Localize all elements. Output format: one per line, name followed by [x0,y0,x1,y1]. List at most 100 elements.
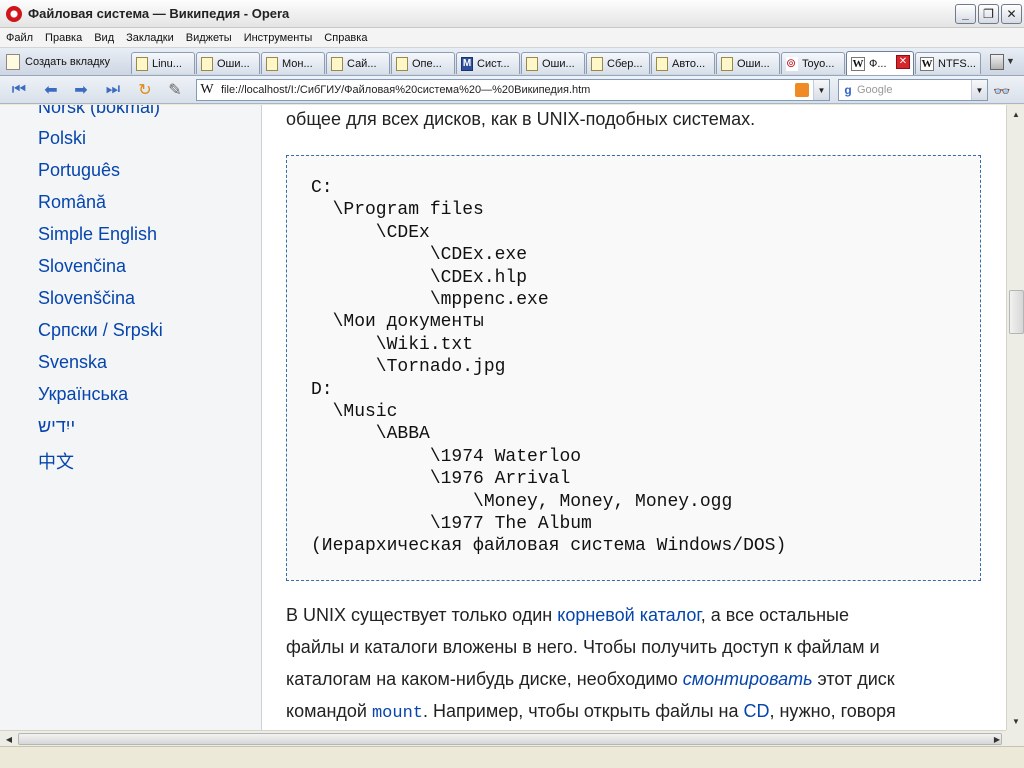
menu-help[interactable]: Справка [318,29,373,44]
tab-label: Сбер... [607,57,643,70]
cd-link[interactable]: CD [743,701,769,721]
menu-file[interactable]: Файл [0,29,39,44]
search-input[interactable]: g Google ▼ [838,79,988,101]
vertical-scrollbar[interactable]: ▲ ▼ [1006,105,1024,730]
tab-label: Сай... [347,57,377,70]
tab-label: NTFS... [938,57,976,70]
menu-bar: Файл Правка Вид Закладки Виджеты Инструменты С… [0,28,1024,48]
code-line: \1976 Arrival [311,469,571,489]
tab-item[interactable]: Сай... [326,52,390,74]
minimize-button[interactable]: _ [955,4,976,24]
glasses-icon[interactable]: 👓 [993,83,1010,100]
language-link[interactable]: 中文 [38,448,74,474]
text: каталогам на каком-нибудь диске, необход… [286,669,683,689]
status-bar [0,746,1024,768]
scroll-corner [1006,730,1024,746]
m-icon: M [461,56,473,71]
vertical-scroll-thumb[interactable] [1009,290,1024,334]
tab-item[interactable]: W NTFS... [915,52,981,74]
text: командой [286,701,372,721]
horizontal-scrollbar[interactable]: ◀ ▶ [0,730,1006,746]
tab-item[interactable]: Оши... [196,52,260,74]
code-line: \Wiki.txt [311,335,474,355]
root-directory-link[interactable]: корневой каталог [557,605,701,625]
language-link[interactable]: Slovenščina [38,288,135,309]
mount-link[interactable]: смонтировать [683,669,813,689]
language-link[interactable]: Українська [38,384,128,405]
paragraph-line: командой mount. Например, чтобы открыть … [286,701,896,723]
code-line: \CDEx.hlp [311,268,528,288]
menu-bookmarks[interactable]: Закладки [120,29,180,44]
code-line: (Иерархическая файловая система Windows/… [311,536,787,556]
tab-item[interactable]: Linu... [131,52,195,74]
tab-item[interactable]: Оши... [716,52,780,74]
language-link[interactable]: Română [38,192,106,213]
rewind-icon[interactable]: ⏮ [8,80,30,100]
page-icon [136,56,148,71]
page-icon [266,56,278,71]
tab-bar: Создать вкладку Linu... Оши... Мон... Са… [0,48,1024,76]
toyota-icon: ⊚ [786,55,798,71]
language-link[interactable]: Slovenčina [38,256,126,277]
close-button[interactable]: ✕ [1001,4,1022,24]
language-link[interactable]: Svenska [38,352,107,373]
close-tab-icon[interactable]: ✕ [896,55,910,69]
window-title: Файловая система — Википедия - Opera [28,6,290,21]
address-bar[interactable]: W file://localhost/I:/СибГИУ/Файловая%20… [196,79,830,101]
code-line: \1977 The Album [311,514,592,534]
fast-forward-icon[interactable]: ⏭ [102,80,124,100]
menu-view[interactable]: Вид [88,29,120,44]
chevron-down-icon[interactable]: ▼ [1006,56,1015,66]
language-link[interactable]: Português [38,160,120,181]
back-icon[interactable]: ⬅ [40,80,62,100]
tab-item[interactable]: ⊚ Toyo... [781,52,845,74]
mount-command[interactable]: mount [372,704,423,723]
code-line: \Program files [311,200,484,220]
reload-icon[interactable]: ↻ [134,80,156,100]
language-link[interactable]: Norsk (bokmål) [38,105,160,118]
menu-edit[interactable]: Правка [39,29,88,44]
page-icon [721,56,733,71]
paragraph-line: файлы и каталоги вложены в него. Чтобы п… [286,637,880,657]
language-link[interactable]: ייִדיש [38,416,75,437]
tab-item[interactable]: Мон... [261,52,325,74]
menu-tools[interactable]: Инструменты [238,29,319,44]
code-line: D: [311,380,333,400]
text: , а все остальные [700,605,849,625]
forward-icon[interactable]: ➡ [70,80,92,100]
tab-item[interactable]: Опе... [391,52,455,74]
tab-item[interactable]: Оши... [521,52,585,74]
maximize-button[interactable]: ❐ [978,4,999,24]
paragraph-line: каталогам на каком-нибудь диске, необход… [286,669,895,690]
tab-label: Опе... [412,57,442,70]
new-tab-label: Создать вкладку [25,56,111,68]
tab-item[interactable]: M Сист... [456,52,520,74]
navigation-bar: ⏮ ⬅ ➡ ⏭ ↻ ✎ W file://localhost/I:/СибГИУ… [0,76,1024,104]
language-link[interactable]: Simple English [38,224,157,245]
google-icon: g [844,83,852,97]
scroll-down-icon[interactable]: ▼ [1009,714,1023,728]
language-link[interactable]: Српски / Srpski [38,320,163,341]
tab-item[interactable]: Сбер... [586,52,650,74]
language-link[interactable]: Polski [38,128,86,149]
rss-icon[interactable] [795,83,809,97]
new-page-icon [6,54,20,70]
chevron-down-icon[interactable]: ▼ [971,80,987,100]
horizontal-scroll-thumb[interactable] [18,733,1002,745]
menu-widgets[interactable]: Виджеты [180,29,238,44]
trash-icon[interactable] [990,54,1004,70]
code-line: \Music [311,402,398,422]
scroll-up-icon[interactable]: ▲ [1009,107,1023,121]
page-icon [591,56,603,71]
scroll-right-icon[interactable]: ▶ [990,732,1004,746]
opera-logo-icon [6,6,22,22]
edit-icon[interactable]: ✎ [164,80,186,100]
scroll-left-icon[interactable]: ◀ [2,732,16,746]
code-line: \Tornado.jpg [311,357,506,377]
tab-item[interactable]: Авто... [651,52,715,74]
tab-item-active[interactable]: W Ф... ✕ [846,51,914,75]
new-tab-button[interactable]: Создать вкладку [6,51,126,73]
chevron-down-icon[interactable]: ▼ [813,80,829,100]
tab-label: Оши... [737,57,770,70]
wikipedia-icon: W [200,82,214,97]
